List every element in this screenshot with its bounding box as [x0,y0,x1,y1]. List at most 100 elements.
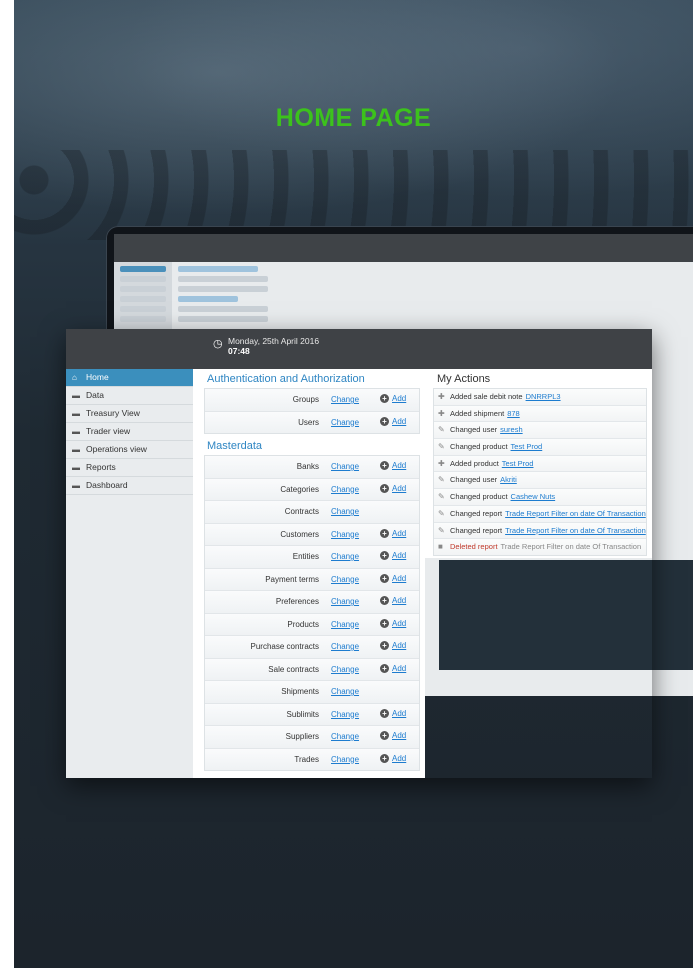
add-link[interactable]: + Add [380,708,406,718]
action-link[interactable]: suresh [500,425,523,434]
add-link[interactable]: + Add [380,394,406,403]
sidebar-item-trader-view[interactable]: ▬ Trader view [66,423,193,441]
action-text: Added shipment [450,408,505,418]
action-list: ✚ Added sale debit note DNRRPL3 ✚ Added ship… [433,388,647,556]
action-text: Changed report [450,525,503,535]
change-link[interactable]: Change [331,507,359,516]
action-text: Added product [450,458,499,468]
row-label: Sale contracts [268,664,319,674]
folder-icon: ▬ [72,463,80,472]
sidebar-item-operations-view[interactable]: ▬ Operations view [66,441,193,459]
action-link[interactable]: Cashew Nuts [511,492,556,501]
change-link[interactable]: Change [331,462,359,471]
action-link[interactable]: 878 [507,409,520,418]
change-link[interactable]: Change [331,665,359,674]
add-label: Add [392,731,407,740]
action-text: Changed product [450,442,508,452]
action-link[interactable]: DNRRPL3 [526,392,561,401]
change-link[interactable]: Change [331,575,359,584]
change-link[interactable]: Change [331,687,359,696]
add-label: Add [392,528,407,538]
masterdata-section-title: Masterdata [207,440,263,452]
plus-circle-icon: + [380,528,389,538]
folder-icon: ▬ [72,445,80,454]
change-link[interactable]: Change [331,710,359,719]
plus-circle-icon: + [380,461,389,470]
sidebar-item-home[interactable]: ⌂ Home [66,369,207,387]
action-link[interactable]: Trade Report Filter on date Of Transacti… [505,526,646,535]
add-link[interactable]: + Add [380,618,407,628]
sidebar-item-treasury-view[interactable]: ▬ Treasury View [66,405,193,423]
action-text: Changed user [450,425,498,435]
add-link[interactable]: + Add [380,731,406,740]
change-link[interactable]: Change [331,485,359,494]
plus-icon: ✚ [438,458,445,468]
add-link[interactable]: + Add [380,551,406,560]
add-link[interactable]: + Add [380,596,406,605]
action-link[interactable]: Akriti [500,475,517,484]
change-link[interactable]: Change [331,597,359,606]
pencil-icon: ✎ [438,492,445,502]
add-label: Add [392,394,407,403]
add-link[interactable]: + Add [380,573,406,583]
add-link[interactable]: + Add [380,528,407,538]
plus-circle-icon: + [380,663,389,673]
action-link[interactable]: Trade Report Filter on date Of Transacti… [505,509,646,518]
row-label: Categories [280,484,319,494]
plus-circle-icon: + [380,551,389,560]
add-link[interactable]: + Add [380,641,406,650]
add-link[interactable]: + Add [380,753,407,763]
sidebar-item-label: Treasury View [86,408,140,418]
sidebar-item-label: Dashboard [86,480,128,490]
sidebar-item-data[interactable]: ▬ Data [66,387,193,405]
table-row: Suppliers Change + Add [205,726,419,749]
folder-icon: ▬ [72,409,80,418]
app-window: ◷ Monday, 25th April 2016 07:48 ⌂ Home ▬ Da… [66,329,652,778]
table-row: Sale contracts Change + Add [205,658,419,681]
add-label: Add [392,551,407,560]
action-link[interactable]: Test Prod [511,442,543,451]
action-link[interactable]: Test Prod [502,459,534,468]
row-label: Banks [296,462,319,471]
action-item: ✎ Changed user Akriti [434,472,646,490]
row-label: Customers [280,529,319,539]
table-row: Entities Change + Add [205,546,419,569]
plus-circle-icon: + [380,731,389,740]
change-link[interactable]: Change [331,620,359,629]
sidebar-item-reports[interactable]: ▬ Reports [66,459,193,477]
row-label: Entities [292,552,319,561]
row-label: Contracts [284,507,319,516]
row-label: Shipments [281,687,319,696]
add-link[interactable]: + Add [380,416,406,426]
change-link[interactable]: Change [331,755,359,764]
plus-circle-icon: + [380,483,389,493]
row-label: Trades [294,754,319,764]
add-link[interactable]: + Add [380,461,406,470]
sidebar-nav: ⌂ Home ▬ Data ▬ Treasury View ▬ Trader view ▬ Ope… [66,369,207,495]
sidebar-item-label: Data [86,390,104,400]
auth-section-title: Authentication and Authorization [207,373,365,385]
add-label: Add [392,641,407,650]
change-link[interactable]: Change [331,642,359,651]
table-row: Banks Change + Add [205,456,419,479]
add-label: Add [392,753,407,763]
action-item: ✚ Added sale debit note DNRRPL3 [434,389,646,406]
home-icon: ⌂ [72,373,77,382]
plus-circle-icon: + [380,708,389,718]
action-item: ✚ Added product Test Prod [434,455,646,473]
change-link[interactable]: Change [331,552,359,561]
change-link[interactable]: Change [331,395,359,404]
change-link[interactable]: Change [331,418,359,427]
table-row: Trades Change + Add [205,748,419,770]
change-link[interactable]: Change [331,732,359,741]
sidebar-item-dashboard[interactable]: ▬ Dashboard [66,477,193,495]
sidebar: ⌂ Home ▬ Data ▬ Treasury View ▬ Trader view ▬ Ope… [66,369,207,778]
row-label: Users [298,417,319,427]
add-link[interactable]: + Add [380,483,406,493]
plus-circle-icon: + [380,596,389,605]
add-label: Add [392,618,407,628]
change-link[interactable]: Change [331,530,359,539]
table-row: Purchase contracts Change + Add [205,636,419,659]
add-link[interactable]: + Add [380,663,406,673]
table-row: Groups Change + Add [205,389,419,412]
